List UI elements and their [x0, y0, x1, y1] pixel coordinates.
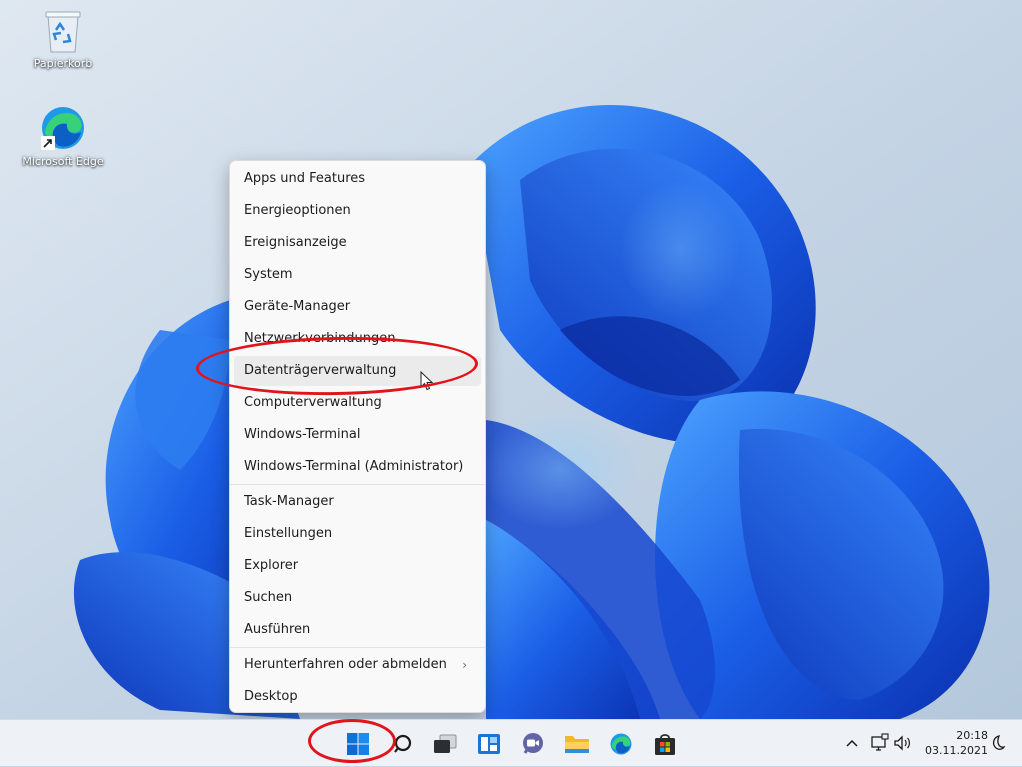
store-icon	[655, 733, 675, 755]
menu-item-device-manager[interactable]: Geräte-Manager	[234, 292, 481, 322]
menu-item-windows-terminal-admin[interactable]: Windows-Terminal (Administrator)	[234, 452, 481, 482]
focus-assist-moon-icon[interactable]	[988, 734, 1006, 752]
widgets-icon	[478, 733, 500, 754]
menu-separator	[230, 647, 485, 648]
edge-taskbar-button[interactable]	[601, 720, 641, 767]
store-button[interactable]	[645, 720, 685, 767]
recycle-bin-icon	[45, 11, 81, 53]
volume-icon[interactable]	[893, 733, 913, 753]
desktop-wallpaper	[0, 0, 1022, 719]
tray-overflow-button[interactable]	[842, 733, 862, 753]
desktop-icon-label: Microsoft Edge	[22, 155, 104, 168]
widgets-button[interactable]	[469, 720, 509, 767]
teams-chat-button[interactable]	[513, 720, 553, 767]
desktop-icon-edge[interactable]: Microsoft Edge	[18, 104, 108, 168]
start-button[interactable]	[338, 720, 378, 767]
menu-item-desktop[interactable]: Desktop	[234, 682, 481, 712]
edge-icon	[610, 733, 632, 754]
menu-item-power-options[interactable]: Energieoptionen	[234, 196, 481, 226]
chevron-right-icon: ›	[462, 658, 467, 672]
clock-time: 20:18	[956, 729, 988, 742]
menu-item-settings[interactable]: Einstellungen	[234, 519, 481, 549]
start-icon	[347, 732, 369, 755]
clock-date: 03.11.2021	[925, 744, 988, 757]
taskbar-clock[interactable]: 20:18 03.11.2021	[920, 728, 988, 758]
menu-separator	[230, 484, 485, 485]
search-icon	[394, 734, 412, 753]
taskbar: 20:18 03.11.2021	[0, 719, 1022, 766]
winx-context-menu: Apps und Features Energieoptionen Ereign…	[229, 160, 486, 713]
menu-item-event-viewer[interactable]: Ereignisanzeige	[234, 228, 481, 258]
edge-icon	[41, 107, 84, 150]
menu-item-shutdown-signout[interactable]: Herunterfahren oder abmelden ›	[234, 650, 481, 680]
menu-item-windows-terminal[interactable]: Windows-Terminal	[234, 420, 481, 450]
network-icon[interactable]	[870, 733, 890, 753]
taskbar-search-button[interactable]	[383, 720, 423, 767]
menu-item-computer-management[interactable]: Computerverwaltung	[234, 388, 481, 418]
menu-item-explorer[interactable]: Explorer	[234, 551, 481, 581]
file-explorer-button[interactable]	[557, 720, 597, 767]
task-view-button[interactable]	[425, 720, 465, 767]
desktop-icon-label: Papierkorb	[33, 57, 93, 70]
teams-chat-icon	[523, 732, 543, 754]
menu-item-label: Herunterfahren oder abmelden	[244, 657, 447, 672]
menu-item-search[interactable]: Suchen	[234, 583, 481, 613]
menu-item-task-manager[interactable]: Task-Manager	[234, 487, 481, 517]
mouse-cursor-icon	[420, 371, 434, 391]
menu-item-apps-features[interactable]: Apps und Features	[234, 164, 481, 194]
menu-item-disk-management[interactable]: Datenträgerverwaltung	[234, 356, 481, 386]
menu-item-run[interactable]: Ausführen	[234, 615, 481, 645]
task-view-icon	[434, 734, 457, 753]
desktop-icon-recycle-bin[interactable]: Papierkorb	[18, 8, 108, 70]
menu-item-system[interactable]: System	[234, 260, 481, 290]
chevron-up-icon	[846, 739, 858, 747]
file-explorer-icon	[565, 735, 589, 753]
menu-item-network-connections[interactable]: Netzwerkverbindungen	[234, 324, 481, 354]
